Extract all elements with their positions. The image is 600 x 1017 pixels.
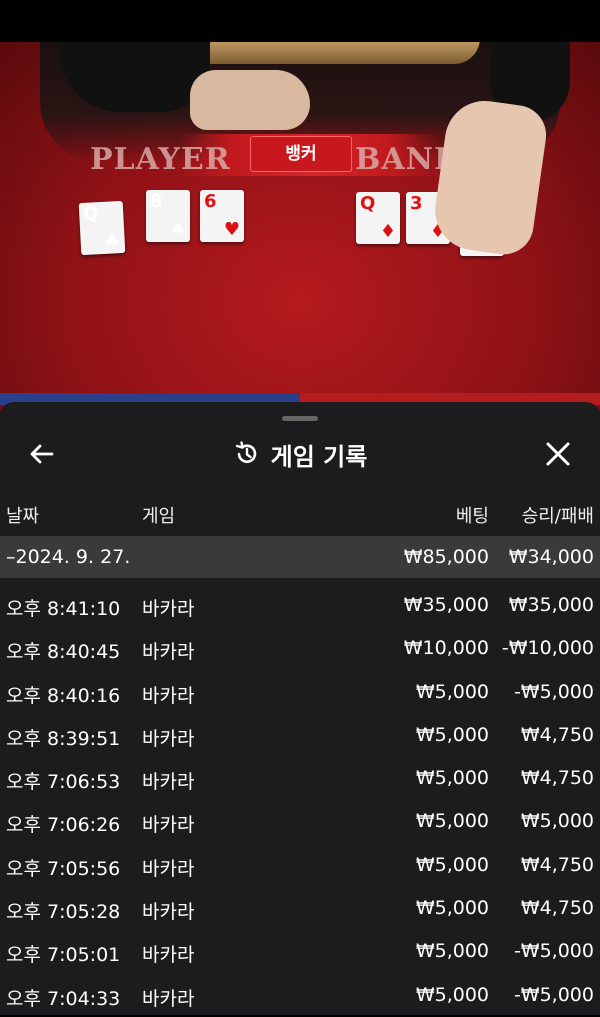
row-bet: ₩5,000 bbox=[415, 897, 489, 920]
row-bet: ₩5,000 bbox=[415, 983, 489, 1006]
row-game: 바카라 bbox=[142, 641, 195, 664]
row-bet: ₩5,000 bbox=[415, 767, 489, 790]
history-row[interactable]: 오후 8:40:16 바카라 ₩5,000 -₩5,000 bbox=[0, 671, 600, 714]
card-rank: 6 bbox=[204, 191, 217, 212]
row-result: ₩5,000 bbox=[520, 810, 594, 833]
row-game: 바카라 bbox=[142, 987, 195, 1010]
title-group: 게임 기록 bbox=[233, 432, 368, 476]
card-rank: Q bbox=[82, 203, 100, 225]
row-result: ₩4,750 bbox=[520, 897, 594, 920]
history-list: 오후 8:41:10 바카라 ₩35,000 ₩35,000 오후 8:40:4… bbox=[0, 584, 600, 1017]
history-row[interactable]: 오후 7:05:01 바카라 ₩5,000 -₩5,000 bbox=[0, 930, 600, 973]
row-bet: ₩5,000 bbox=[415, 853, 489, 876]
history-row[interactable]: 오후 8:39:51 바카라 ₩5,000 ₩4,750 bbox=[0, 714, 600, 757]
row-time: 오후 7:04:33 bbox=[6, 987, 121, 1010]
history-row[interactable]: 오후 7:05:28 바카라 ₩5,000 ₩4,750 bbox=[0, 887, 600, 930]
date-group-label: –2024. 9. 27. bbox=[6, 546, 131, 568]
player-card: 6 ♥ bbox=[200, 190, 244, 242]
sheet-header: 게임 기록 bbox=[0, 432, 600, 476]
row-game: 바카라 bbox=[142, 901, 195, 924]
card-rank: Q bbox=[360, 193, 376, 214]
row-result: -₩10,000 bbox=[501, 637, 594, 660]
player-card: 8 ♠ bbox=[146, 190, 190, 242]
row-bet: ₩5,000 bbox=[415, 940, 489, 963]
game-history-sheet: 게임 기록 날짜 게임 베팅 승리/패배 –2024. 9. 27. ₩85,0… bbox=[0, 402, 600, 1015]
live-video-feed: PLAYER BANK 뱅커 Q ♣ 8 ♠ 6 ♥ Q ♦ 3 ♦ 2 ♠ bbox=[0, 42, 600, 412]
row-result: -₩5,000 bbox=[513, 680, 594, 703]
row-result: ₩35,000 bbox=[508, 594, 594, 616]
banker-card: Q ♦ bbox=[356, 192, 400, 244]
title-wrap: 게임 기록 bbox=[0, 432, 600, 476]
status-bar bbox=[0, 0, 600, 42]
column-result: 승리/패배 bbox=[521, 506, 594, 527]
row-time: 오후 7:06:53 bbox=[6, 771, 121, 794]
card-suit: ♥ bbox=[223, 219, 240, 240]
row-game: 바카라 bbox=[142, 598, 195, 620]
history-row[interactable]: 오후 8:41:10 바카라 ₩35,000 ₩35,000 bbox=[0, 584, 600, 627]
row-time: 오후 8:39:51 bbox=[6, 727, 121, 750]
row-time: 오후 7:06:26 bbox=[6, 814, 121, 837]
row-result: ₩4,750 bbox=[520, 853, 594, 876]
arrow-left-icon[interactable] bbox=[26, 438, 58, 470]
row-game: 바카라 bbox=[142, 771, 195, 794]
date-group-row[interactable]: –2024. 9. 27. ₩85,000 ₩34,000 bbox=[0, 536, 600, 578]
row-result: -₩5,000 bbox=[513, 940, 594, 963]
row-time: 오후 8:40:16 bbox=[6, 684, 121, 707]
history-icon bbox=[235, 441, 256, 463]
drag-handle[interactable] bbox=[282, 416, 318, 421]
date-group-result-total: ₩34,000 bbox=[508, 546, 594, 568]
row-game: 바카라 bbox=[142, 727, 195, 750]
row-bet: ₩5,000 bbox=[415, 723, 489, 746]
row-bet: ₩5,000 bbox=[415, 680, 489, 703]
row-time: 오후 7:05:28 bbox=[6, 901, 121, 924]
row-bet: ₩5,000 bbox=[415, 810, 489, 833]
card-rank: 8 bbox=[150, 191, 163, 212]
history-row[interactable]: 오후 7:06:53 바카라 ₩5,000 ₩4,750 bbox=[0, 757, 600, 800]
row-bet: ₩35,000 bbox=[403, 594, 489, 616]
row-game: 바카라 bbox=[142, 684, 195, 707]
row-time: 오후 7:05:56 bbox=[6, 857, 121, 880]
row-time: 오후 8:40:45 bbox=[6, 641, 121, 664]
table-header: 날짜 게임 베팅 승리/패배 bbox=[0, 498, 600, 530]
history-row[interactable]: 오후 7:05:56 바카라 ₩5,000 ₩4,750 bbox=[0, 844, 600, 887]
row-result: ₩4,750 bbox=[520, 723, 594, 746]
row-game: 바카라 bbox=[142, 944, 195, 967]
column-bet: 베팅 bbox=[455, 506, 489, 527]
result-tag: 뱅커 bbox=[250, 136, 352, 172]
sheet-title: 게임 기록 bbox=[270, 442, 368, 471]
row-time: 오후 7:05:01 bbox=[6, 944, 121, 967]
row-result: -₩5,000 bbox=[513, 983, 594, 1006]
row-time: 오후 8:41:10 bbox=[6, 598, 121, 620]
history-row[interactable]: 오후 7:04:33 바카라 ₩5,000 -₩5,000 bbox=[0, 974, 600, 1017]
column-game: 게임 bbox=[142, 506, 176, 527]
card-rank: 3 bbox=[410, 193, 423, 214]
player-label: PLAYER bbox=[90, 142, 231, 177]
date-group-bet-total: ₩85,000 bbox=[403, 546, 489, 568]
history-row[interactable]: 오후 7:06:26 바카라 ₩5,000 ₩5,000 bbox=[0, 800, 600, 843]
row-bet: ₩10,000 bbox=[403, 637, 489, 660]
player-card: Q ♣ bbox=[78, 200, 126, 256]
row-result: ₩4,750 bbox=[520, 767, 594, 790]
row-game: 바카라 bbox=[142, 857, 195, 880]
close-icon[interactable] bbox=[542, 438, 574, 470]
card-suit: ♠ bbox=[169, 219, 186, 240]
card-suit: ♣ bbox=[104, 230, 122, 252]
history-row[interactable]: 오후 8:40:45 바카라 ₩10,000 -₩10,000 bbox=[0, 627, 600, 670]
column-date: 날짜 bbox=[6, 506, 40, 527]
row-game: 바카라 bbox=[142, 814, 195, 837]
card-suit: ♦ bbox=[379, 221, 396, 242]
dealer-hand bbox=[190, 70, 310, 130]
